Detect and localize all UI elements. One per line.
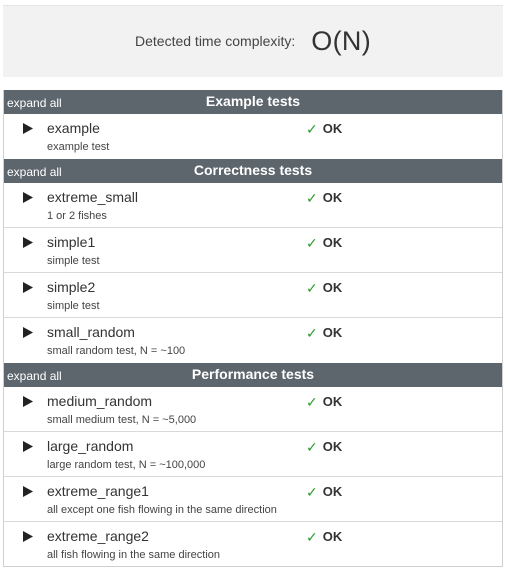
test-row[interactable]: simple2 simple test ✓ OK: [4, 273, 502, 318]
status-text: OK: [322, 121, 343, 136]
test-name: simple1: [47, 234, 96, 250]
group-header: expand all Performance tests: [4, 363, 502, 387]
status-text: OK: [322, 280, 343, 295]
check-icon: ✓: [306, 235, 318, 251]
check-icon: ✓: [306, 394, 318, 410]
test-row[interactable]: extreme_small 1 or 2 fishes ✓ OK: [4, 183, 502, 228]
test-name: simple2: [47, 279, 96, 295]
expand-arrow-icon[interactable]: [22, 485, 36, 499]
expand-arrow-icon[interactable]: [22, 530, 36, 544]
test-description: large random test, N = ~100,000: [47, 459, 206, 471]
group-header: expand all Example tests: [4, 90, 502, 114]
test-row[interactable]: medium_randomsmall medium test, N = ~5,0…: [4, 387, 502, 432]
test-name: extreme_small: [47, 189, 139, 205]
status-badge: ✓ OK: [306, 234, 342, 251]
group-title: Correctness tests: [193, 162, 313, 178]
expand-all-link[interactable]: expand all: [7, 165, 62, 179]
test-name: example: [47, 120, 100, 136]
group-title: Example tests: [205, 93, 301, 109]
test-name: extreme_range1: [47, 483, 149, 499]
test-name: large_random: [47, 438, 134, 454]
group-title: Performance tests: [191, 366, 315, 382]
test-results-table: expand all Example tests example example te…: [3, 90, 503, 567]
test-row[interactable]: small_randomsmall random test, N = ~100 ✓…: [4, 318, 502, 363]
test-description: simple test: [47, 255, 100, 267]
status-badge: ✓ OK: [306, 528, 342, 545]
test-description: small random test, N = ~100: [47, 345, 186, 357]
expand-arrow-icon[interactable]: [22, 122, 36, 136]
check-icon: ✓: [306, 280, 318, 296]
group-header: expand all Correctness tests: [4, 159, 502, 183]
expand-arrow-icon[interactable]: [22, 326, 36, 340]
test-description: all except one fish flowing in the same …: [47, 504, 277, 516]
expand-arrow-icon[interactable]: [22, 281, 36, 295]
check-icon: ✓: [306, 325, 318, 341]
expand-arrow-icon[interactable]: [22, 395, 36, 409]
status-text: OK: [322, 439, 343, 454]
test-row[interactable]: extreme_range1all except one fish flowin…: [4, 477, 502, 522]
check-icon: ✓: [306, 439, 318, 455]
test-description: all fish flowing in the same direction: [47, 549, 221, 561]
status-text: OK: [322, 190, 343, 205]
check-icon: ✓: [306, 121, 318, 137]
status-badge: ✓ OK: [306, 393, 342, 410]
test-row[interactable]: large_randomlarge random test, N = ~100,…: [4, 432, 502, 477]
test-description: 1 or 2 fishes: [47, 210, 107, 222]
check-icon: ✓: [306, 529, 318, 545]
test-row[interactable]: extreme_range2all fish flowing in the sa…: [4, 522, 502, 567]
expand-arrow-icon[interactable]: [22, 236, 36, 250]
test-description: small medium test, N = ~5,000: [47, 414, 197, 426]
status-badge: ✓ OK: [306, 279, 342, 296]
test-name: medium_random: [47, 393, 153, 409]
check-icon: ✓: [306, 190, 318, 206]
status-badge: ✓ OK: [306, 120, 342, 137]
check-icon: ✓: [306, 484, 318, 500]
status-badge: ✓ OK: [306, 189, 342, 206]
test-row[interactable]: example example test ✓ OK: [4, 114, 502, 159]
expand-arrow-icon[interactable]: [22, 191, 36, 205]
status-badge: ✓ OK: [306, 483, 342, 500]
test-description: simple test: [47, 300, 100, 312]
test-name: small_random: [47, 324, 135, 340]
expand-arrow-icon[interactable]: [22, 440, 36, 454]
status-badge: ✓ OK: [306, 324, 342, 341]
test-description: example test: [47, 141, 110, 153]
complexity-panel: Detected time complexity: O(N): [3, 5, 503, 77]
test-row[interactable]: simple1 simple test ✓ OK: [4, 228, 502, 273]
expand-all-link[interactable]: expand all: [7, 369, 62, 383]
status-text: OK: [322, 235, 343, 250]
status-badge: ✓ OK: [306, 438, 342, 455]
test-name: extreme_range2: [47, 528, 149, 544]
status-text: OK: [322, 394, 343, 409]
expand-all-link[interactable]: expand all: [7, 96, 62, 110]
complexity-value: O(N): [311, 26, 371, 56]
status-text: OK: [322, 529, 343, 544]
complexity-label: Detected time complexity:: [135, 32, 296, 49]
status-text: OK: [322, 484, 343, 499]
status-text: OK: [322, 325, 343, 340]
